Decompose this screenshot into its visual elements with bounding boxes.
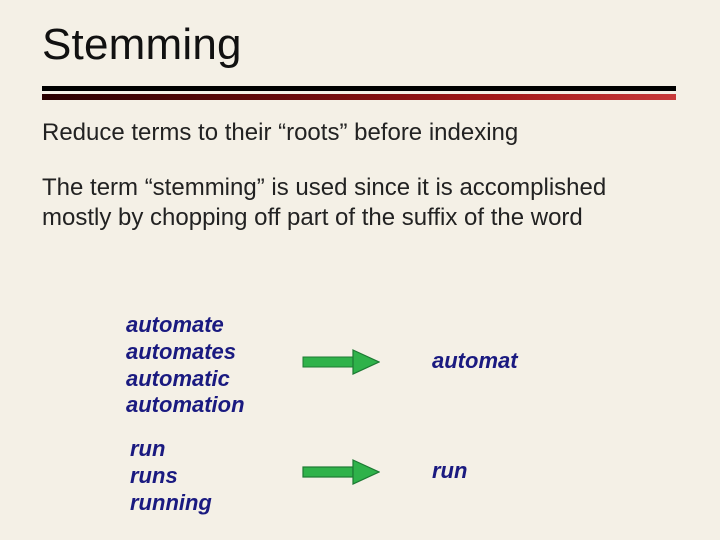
example-1-input-0: automate [126, 312, 245, 339]
example-1-input-1: automates [126, 339, 245, 366]
example-1-input-2: automatic [126, 366, 245, 393]
example-2-inputs: run runs running [130, 436, 212, 516]
arrow-head [353, 460, 379, 484]
arrow-head [353, 350, 379, 374]
rule-thick [42, 86, 676, 91]
slide-title: Stemming [42, 20, 242, 70]
example-2-output: run [432, 458, 467, 485]
example-2-input-2: running [130, 490, 212, 517]
paragraph-2: The term “stemming” is used since it is … [42, 173, 676, 232]
arrow-shaft [303, 357, 353, 367]
arrow-icon-1 [302, 348, 380, 376]
title-rule [42, 86, 676, 102]
example-2-input-0: run [130, 436, 212, 463]
arrow-shaft [303, 467, 353, 477]
example-1-output: automat [432, 348, 518, 375]
example-1-input-3: automation [126, 392, 245, 419]
arrow-icon-2 [302, 458, 380, 486]
example-2-input-1: runs [130, 463, 212, 490]
slide-body: Reduce terms to their “roots” before ind… [42, 118, 676, 258]
rule-gradient [42, 94, 676, 100]
paragraph-1: Reduce terms to their “roots” before ind… [42, 118, 676, 147]
example-1-inputs: automate automates automatic automation [126, 312, 245, 419]
slide: Stemming Reduce terms to their “roots” b… [0, 0, 720, 540]
